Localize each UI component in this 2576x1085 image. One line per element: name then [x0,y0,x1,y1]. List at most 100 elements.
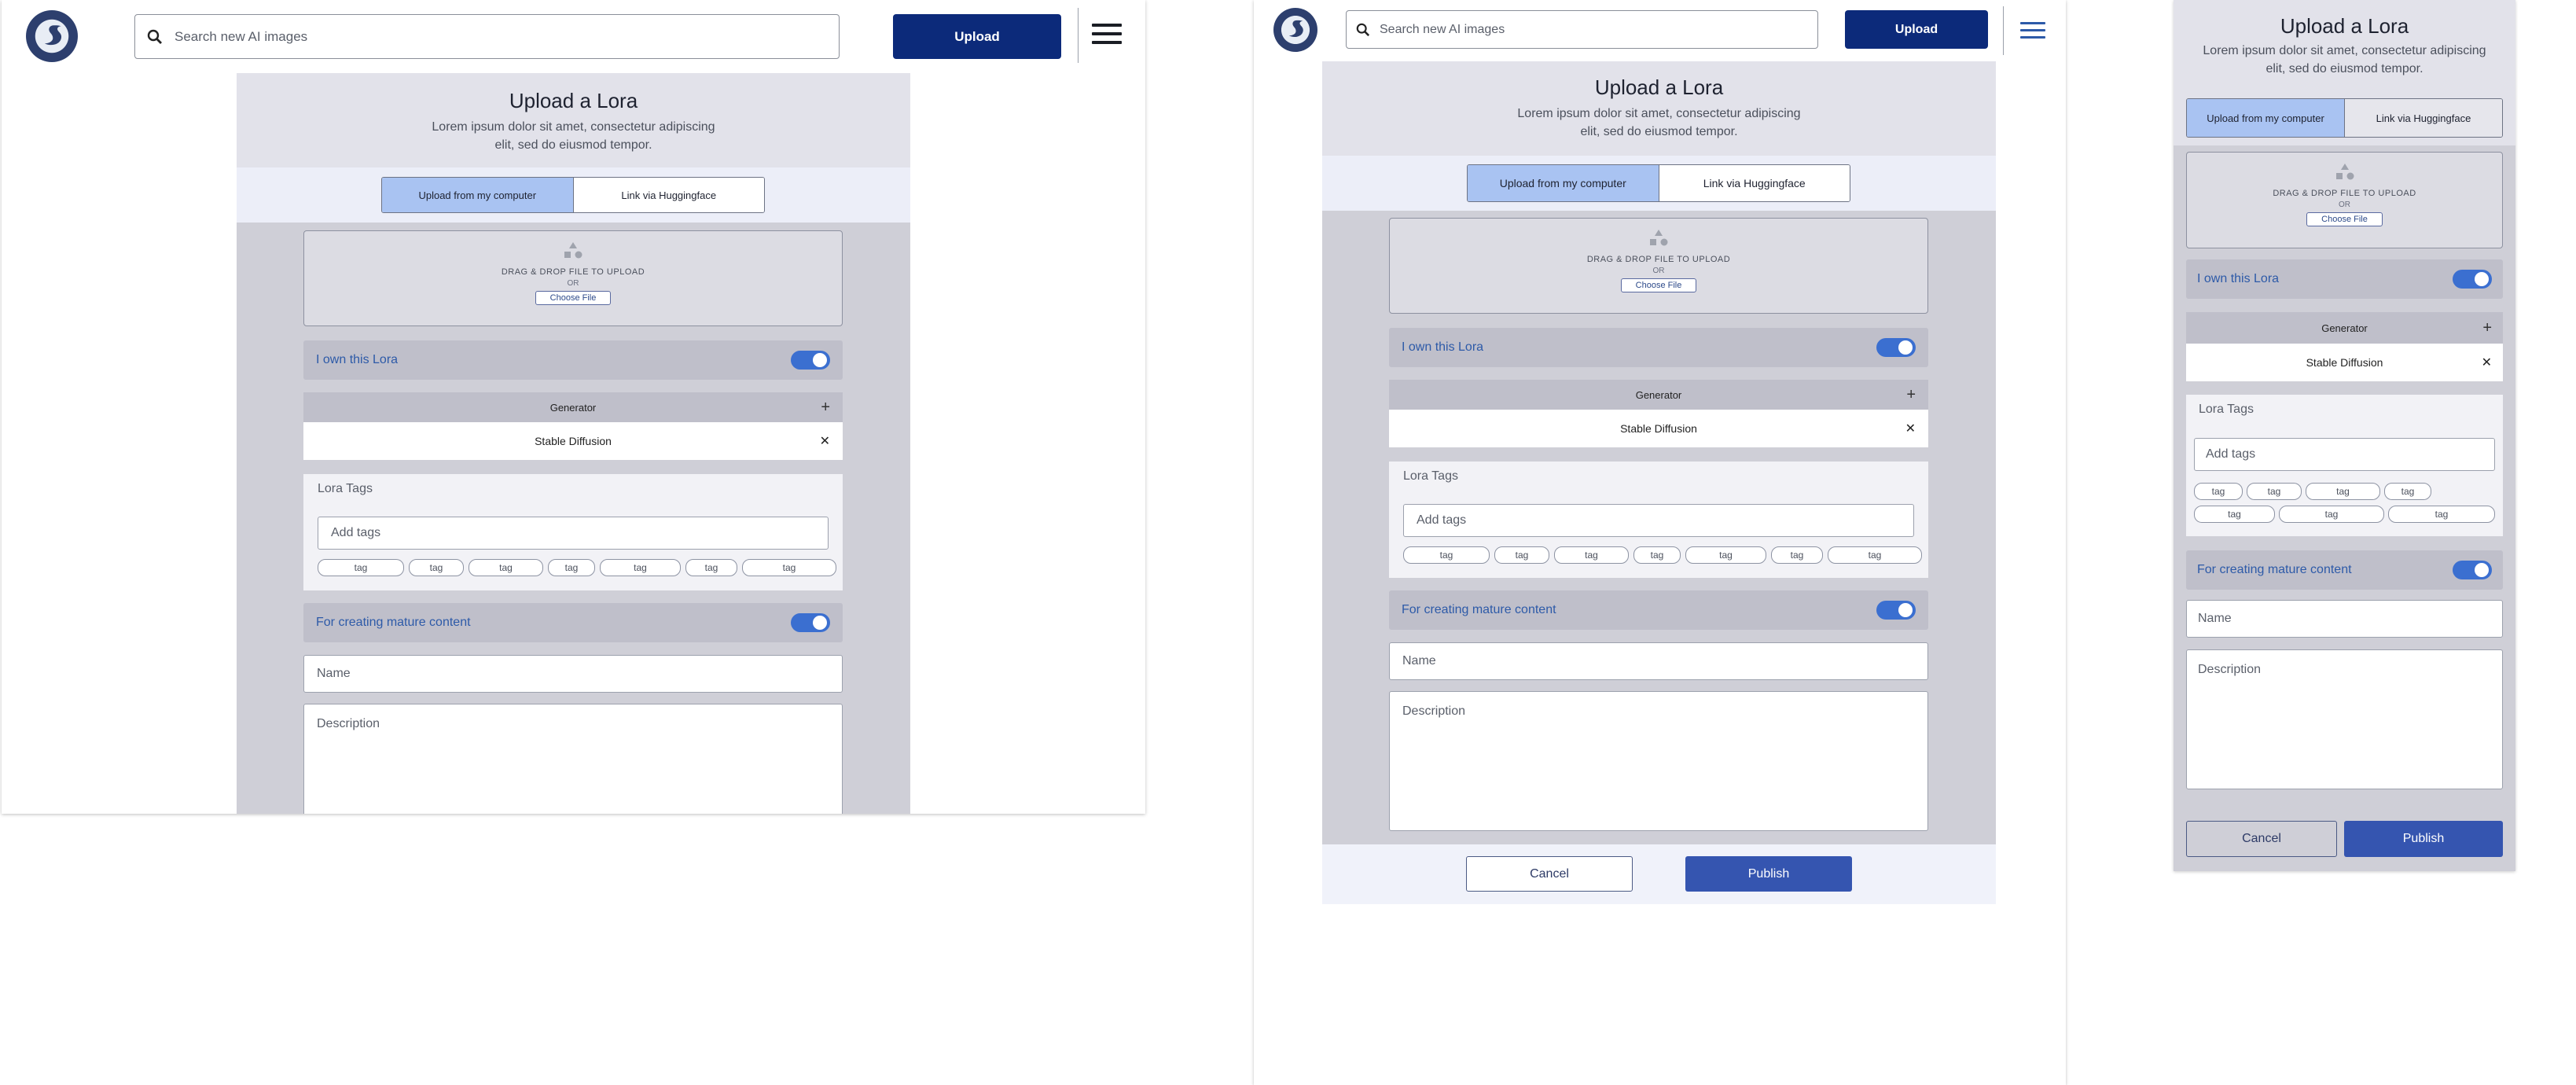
publish-button[interactable]: Publish [2344,821,2503,857]
generator-row: Stable Diffusion ✕ [2186,344,2503,381]
generator-value: Stable Diffusion [1620,422,1697,435]
tag-chip[interactable]: tag [1828,546,1922,564]
tag-chip[interactable]: tag [548,559,595,576]
drop-text: DRAG & DROP FILE TO UPLOAD [1586,255,1731,264]
tab-upload-computer[interactable]: Upload from my computer [382,178,574,212]
description-placeholder: Description [1402,704,1466,718]
upload-shapes-icon [304,231,842,261]
menu-icon[interactable] [1092,24,1122,44]
header-divider [2003,6,2004,55]
mature-content-label: For creating mature content [1402,603,1556,616]
description-placeholder: Description [317,717,380,730]
upload-shapes-icon [1390,219,1927,248]
generator-label: Generator [2321,322,2368,334]
tag-chip[interactable]: tag [1685,546,1766,564]
tag-chip[interactable]: tag [2247,483,2302,500]
mature-content-toggle[interactable] [2453,561,2492,579]
plus-icon[interactable]: + [2482,319,2492,337]
cancel-button[interactable]: Cancel [1466,856,1633,892]
upload-button[interactable]: Upload [1845,10,1988,49]
add-tags-input[interactable]: Add tags [2194,438,2495,471]
add-tags-placeholder: Add tags [1417,513,1467,527]
description-field[interactable]: Description [2186,649,2503,789]
logo[interactable] [26,10,78,62]
name-field[interactable]: Name [2186,600,2503,638]
tag-chip[interactable]: tag [2194,506,2275,523]
mature-content-toggle[interactable] [1876,601,1916,620]
tag-chip[interactable]: tag [742,559,836,576]
tab-huggingface[interactable]: Link via Huggingface [573,178,764,212]
own-lora-toggle[interactable] [1876,338,1916,357]
close-icon[interactable]: ✕ [820,433,830,449]
choose-file-button[interactable]: Choose File [2306,212,2383,226]
search-bar[interactable]: Search new AI images [1346,10,1818,49]
drop-zone[interactable]: DRAG & DROP FILE TO UPLOAD OR Choose Fil… [303,230,843,326]
tags-section: Lora Tags Add tags tag tag tag tag tag t… [303,474,843,590]
tab-upload-computer[interactable]: Upload from my computer [2187,99,2345,137]
drop-text: DRAG & DROP FILE TO UPLOAD [2273,189,2416,198]
publish-button[interactable]: Publish [1685,856,1852,892]
source-tabs: Upload from my computer Link via Hugging… [2186,98,2503,138]
own-lora-row: I own this Lora [303,340,843,380]
generator-header: Generator + [1389,380,1928,410]
upload-button[interactable]: Upload [893,14,1061,59]
tag-chip[interactable]: tag [2279,506,2384,523]
drop-text: DRAG & DROP FILE TO UPLOAD [501,267,645,277]
description-field[interactable]: Description [1389,691,1928,831]
tag-chip[interactable]: tag [2194,483,2243,500]
logo[interactable] [1273,8,1317,52]
source-tabs: Upload from my computer Link via Hugging… [381,177,765,213]
tag-chip[interactable]: tag [1494,546,1549,564]
tag-chip[interactable]: tag [1771,546,1823,564]
own-lora-toggle[interactable] [2453,270,2492,289]
generator-label: Generator [549,401,597,414]
drop-zone[interactable]: DRAG & DROP FILE TO UPLOAD OR Choose Fil… [1389,218,1928,314]
add-tags-input[interactable]: Add tags [318,517,829,550]
name-field[interactable]: Name [1389,642,1928,680]
add-tags-placeholder: Add tags [331,526,381,539]
name-field[interactable]: Name [303,655,843,693]
panel-header: Upload a Lora Lorem ipsum dolor sit amet… [2174,0,2515,86]
tab-huggingface[interactable]: Link via Huggingface [1659,165,1850,201]
tags-title: Lora Tags [2199,403,2254,416]
close-icon[interactable]: ✕ [2482,355,2492,370]
mature-content-row: For creating mature content [1389,590,1928,630]
page-subtitle-2: elit, sed do eiusmod tempor. [2265,62,2423,76]
drop-zone[interactable]: DRAG & DROP FILE TO UPLOAD OR Choose Fil… [2186,152,2503,248]
tag-chip[interactable]: tag [1633,546,1681,564]
description-field[interactable]: Description [303,704,843,814]
name-placeholder: Name [2198,612,2232,625]
tag-chip[interactable]: tag [2384,483,2431,500]
tag-chip[interactable]: tag [2388,506,2495,523]
tag-chip[interactable]: tag [600,559,681,576]
tag-chip[interactable]: tag [469,559,543,576]
name-placeholder: Name [317,667,351,680]
plus-icon[interactable]: + [821,399,830,417]
swan-logo-icon [44,25,62,46]
mature-content-row: For creating mature content [303,603,843,642]
mature-content-row: For creating mature content [2186,550,2503,590]
tag-chip[interactable]: tag [2306,483,2380,500]
tag-chip[interactable]: tag [1403,546,1490,564]
close-icon[interactable]: ✕ [1905,421,1916,436]
tag-chip[interactable]: tag [409,559,464,576]
tag-chip[interactable]: tag [1554,546,1629,564]
choose-file-button[interactable]: Choose File [535,291,612,305]
own-lora-toggle[interactable] [791,351,830,370]
own-lora-row: I own this Lora [1389,328,1928,367]
search-bar[interactable]: Search new AI images [134,14,840,59]
tab-upload-computer[interactable]: Upload from my computer [1468,165,1659,201]
mature-content-toggle[interactable] [791,613,830,632]
panel-header: Upload a Lora Lorem ipsum dolor sit amet… [1322,61,1996,156]
plus-icon[interactable]: + [1906,386,1916,404]
tab-huggingface[interactable]: Link via Huggingface [2345,99,2502,137]
mobile-frame: Upload a Lora Lorem ipsum dolor sit amet… [2174,0,2515,871]
tags-title: Lora Tags [318,482,373,495]
cancel-button[interactable]: Cancel [2186,821,2337,857]
menu-icon[interactable] [2020,22,2045,39]
own-lora-label: I own this Lora [316,353,399,366]
choose-file-button[interactable]: Choose File [1620,278,1697,292]
add-tags-input[interactable]: Add tags [1403,504,1914,537]
tag-chip[interactable]: tag [318,559,404,576]
tag-chip[interactable]: tag [685,559,737,576]
